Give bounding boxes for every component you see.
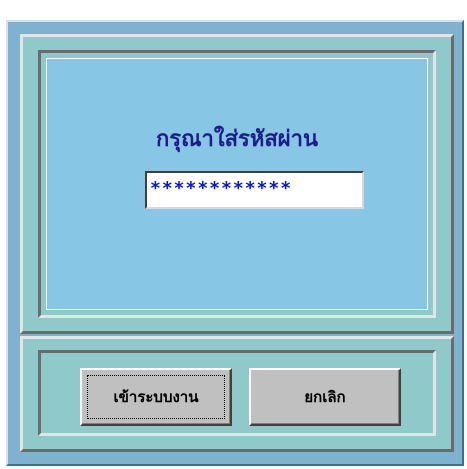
password-inner-frame: กรุณาใส่รหัสผ่าน ************	[38, 50, 436, 318]
login-button[interactable]: เข้าระบบงาน	[80, 368, 232, 426]
password-input[interactable]: ************	[145, 171, 364, 209]
login-button-label: เข้าระบบงาน	[113, 388, 199, 406]
password-prompt-label: กรุณาใส่รหัสผ่าน	[155, 127, 319, 152]
password-prompt-area: กรุณาใส่รหัสผ่าน ************	[46, 58, 428, 310]
cancel-button[interactable]: ยกเลิก	[249, 368, 401, 426]
cancel-button-label: ยกเลิก	[304, 388, 346, 406]
